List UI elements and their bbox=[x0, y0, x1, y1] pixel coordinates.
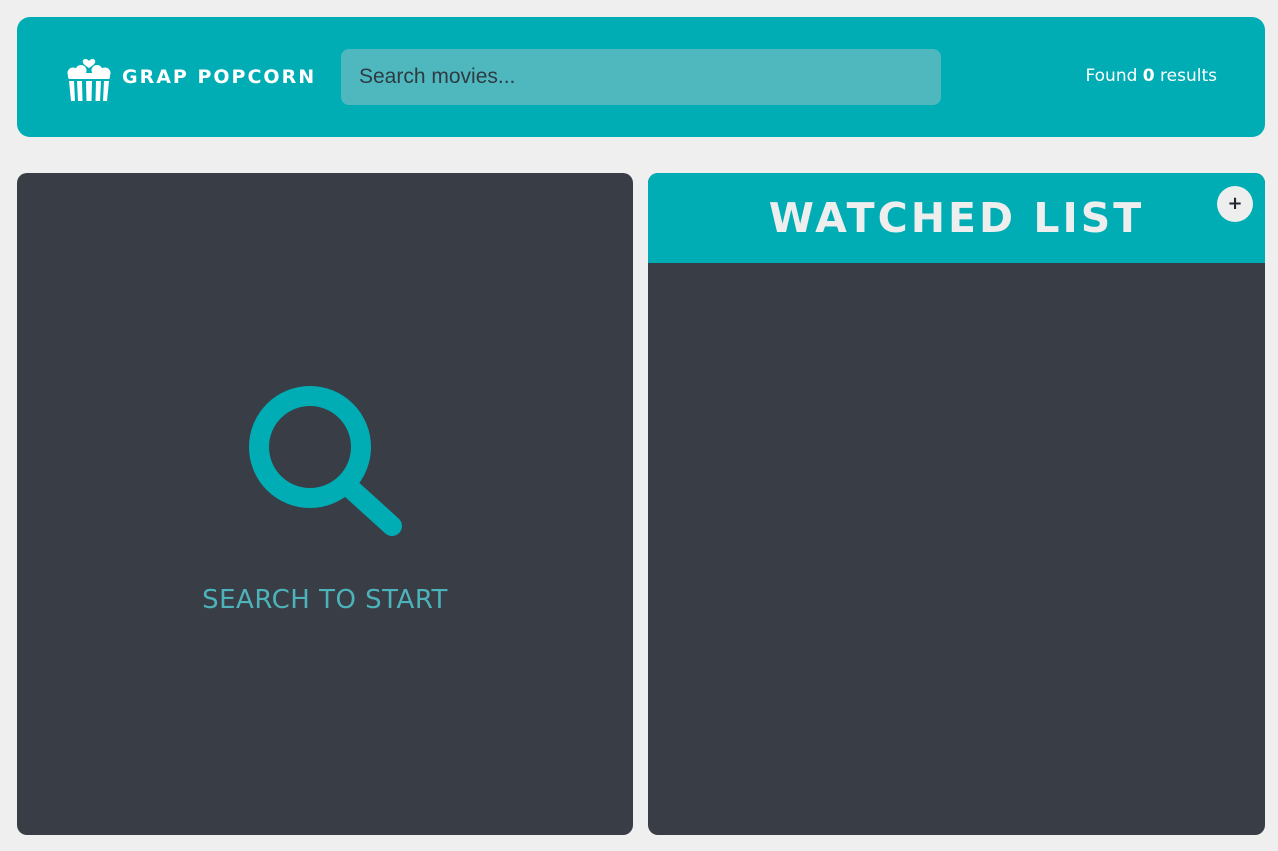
search-input[interactable] bbox=[341, 49, 941, 105]
search-prompt-text: SEARCH TO START bbox=[202, 585, 448, 615]
logo: GRAP POPCORN bbox=[65, 53, 316, 101]
results-prefix: Found bbox=[1085, 66, 1138, 86]
watched-list-header: WATCHED LIST + bbox=[648, 173, 1265, 263]
watched-list-title: WATCHED LIST bbox=[768, 194, 1145, 242]
watched-list-toggle-button[interactable]: + bbox=[1217, 186, 1253, 222]
watched-list-panel: WATCHED LIST + bbox=[648, 173, 1265, 835]
results-count: Found 0 results bbox=[1085, 66, 1217, 86]
search-icon bbox=[249, 386, 402, 536]
logo-text: GRAP POPCORN bbox=[122, 66, 317, 88]
search-prompt: SEARCH TO START bbox=[17, 173, 633, 835]
results-suffix: results bbox=[1160, 66, 1217, 86]
popcorn-icon bbox=[67, 59, 111, 101]
results-number: 0 bbox=[1142, 66, 1155, 86]
search-results-panel: SEARCH TO START bbox=[17, 173, 633, 835]
navbar: GRAP POPCORN Found 0 results bbox=[17, 17, 1265, 137]
